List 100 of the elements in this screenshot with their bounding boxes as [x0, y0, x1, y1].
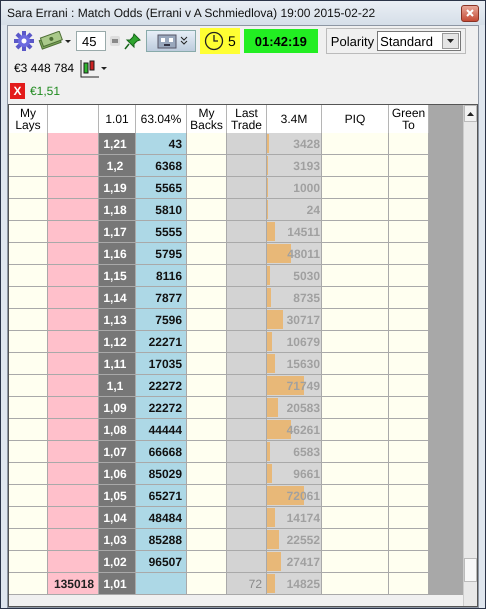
- back-amount-cell[interactable]: 6368: [136, 155, 187, 177]
- lay-amount-cell[interactable]: [48, 463, 99, 485]
- scrollbar-thumb[interactable]: [464, 558, 477, 582]
- table-cell[interactable]: [187, 177, 227, 199]
- lay-amount-cell[interactable]: 135018: [48, 573, 99, 595]
- table-cell[interactable]: [9, 397, 48, 419]
- table-cell[interactable]: [187, 221, 227, 243]
- table-cell[interactable]: [9, 331, 48, 353]
- table-cell[interactable]: [187, 309, 227, 331]
- back-amount-cell[interactable]: 8116: [136, 265, 187, 287]
- back-amount-cell[interactable]: 5565: [136, 177, 187, 199]
- table-cell[interactable]: [9, 243, 48, 265]
- table-cell[interactable]: [9, 485, 48, 507]
- spinner-icon[interactable]: [110, 36, 120, 46]
- back-amount-cell[interactable]: 85288: [136, 529, 187, 551]
- lay-amount-cell[interactable]: [48, 551, 99, 573]
- table-cell[interactable]: [187, 353, 227, 375]
- lay-amount-cell[interactable]: [48, 397, 99, 419]
- table-cell[interactable]: [9, 441, 48, 463]
- back-amount-cell[interactable]: 5795: [136, 243, 187, 265]
- lay-amount-cell[interactable]: [48, 177, 99, 199]
- table-cell[interactable]: [187, 155, 227, 177]
- lay-amount-cell[interactable]: [48, 221, 99, 243]
- settings-icon[interactable]: [14, 31, 34, 51]
- back-amount-cell[interactable]: [136, 573, 187, 595]
- robot-button[interactable]: [146, 30, 196, 52]
- lay-amount-cell[interactable]: [48, 243, 99, 265]
- back-amount-cell[interactable]: 5810: [136, 199, 187, 221]
- table-cell[interactable]: [9, 287, 48, 309]
- back-amount-cell[interactable]: 66668: [136, 441, 187, 463]
- table-cell[interactable]: [9, 221, 48, 243]
- lay-amount-cell[interactable]: [48, 375, 99, 397]
- table-cell[interactable]: [187, 573, 227, 595]
- money-icon[interactable]: [38, 31, 72, 51]
- table-cell[interactable]: [187, 507, 227, 529]
- back-amount-cell[interactable]: 22272: [136, 375, 187, 397]
- back-amount-cell[interactable]: 5555: [136, 221, 187, 243]
- back-amount-cell[interactable]: 7877: [136, 287, 187, 309]
- table-cell[interactable]: [9, 177, 48, 199]
- back-amount-cell[interactable]: 85029: [136, 463, 187, 485]
- table-cell[interactable]: [9, 199, 48, 221]
- candlestick-icon[interactable]: [80, 58, 108, 78]
- lay-amount-cell[interactable]: [48, 331, 99, 353]
- stake-field[interactable]: 45: [76, 31, 106, 51]
- lay-amount-cell[interactable]: [48, 507, 99, 529]
- table-cell[interactable]: [187, 199, 227, 221]
- price-cell: 1,2: [99, 155, 136, 177]
- table-cell: [389, 221, 429, 243]
- back-amount-cell[interactable]: 44444: [136, 419, 187, 441]
- table-cell[interactable]: [187, 287, 227, 309]
- back-amount-cell[interactable]: 43: [136, 133, 187, 155]
- table-cell[interactable]: [187, 441, 227, 463]
- lay-amount-cell[interactable]: [48, 265, 99, 287]
- lay-amount-cell[interactable]: [48, 529, 99, 551]
- table-cell[interactable]: [9, 529, 48, 551]
- table-cell[interactable]: [9, 551, 48, 573]
- polarity-dropdown[interactable]: Standard: [377, 31, 462, 51]
- lay-amount-cell[interactable]: [48, 485, 99, 507]
- lay-amount-cell[interactable]: [48, 287, 99, 309]
- close-button[interactable]: [461, 4, 479, 22]
- lay-amount-cell[interactable]: [48, 133, 99, 155]
- table-cell[interactable]: [187, 397, 227, 419]
- table-cell[interactable]: [187, 331, 227, 353]
- lay-amount-cell[interactable]: [48, 155, 99, 177]
- table-cell[interactable]: [187, 133, 227, 155]
- table-cell[interactable]: [9, 353, 48, 375]
- table-cell[interactable]: [187, 551, 227, 573]
- table-cell[interactable]: [9, 309, 48, 331]
- table-cell[interactable]: [187, 463, 227, 485]
- close-button[interactable]: X: [10, 83, 25, 99]
- lay-amount-cell[interactable]: [48, 353, 99, 375]
- table-cell[interactable]: [9, 573, 48, 595]
- table-cell[interactable]: [187, 375, 227, 397]
- scrollbar[interactable]: [463, 105, 477, 606]
- table-cell: [389, 353, 429, 375]
- back-amount-cell[interactable]: 96507: [136, 551, 187, 573]
- back-amount-cell[interactable]: 7596: [136, 309, 187, 331]
- table-cell[interactable]: [9, 265, 48, 287]
- table-cell[interactable]: [187, 485, 227, 507]
- lay-amount-cell[interactable]: [48, 309, 99, 331]
- table-cell[interactable]: [187, 529, 227, 551]
- table-cell[interactable]: [187, 419, 227, 441]
- scroll-up-button[interactable]: [464, 105, 477, 122]
- table-cell[interactable]: [9, 463, 48, 485]
- lay-amount-cell[interactable]: [48, 419, 99, 441]
- back-amount-cell[interactable]: 65271: [136, 485, 187, 507]
- table-cell[interactable]: [9, 419, 48, 441]
- table-cell[interactable]: [9, 155, 48, 177]
- back-amount-cell[interactable]: 22271: [136, 331, 187, 353]
- back-amount-cell[interactable]: 48484: [136, 507, 187, 529]
- table-cell[interactable]: [9, 133, 48, 155]
- lay-amount-cell[interactable]: [48, 199, 99, 221]
- pin-icon[interactable]: [124, 32, 142, 50]
- table-cell[interactable]: [187, 243, 227, 265]
- back-amount-cell[interactable]: 22272: [136, 397, 187, 419]
- table-cell[interactable]: [187, 265, 227, 287]
- lay-amount-cell[interactable]: [48, 441, 99, 463]
- table-cell[interactable]: [9, 507, 48, 529]
- table-cell[interactable]: [9, 375, 48, 397]
- back-amount-cell[interactable]: 17035: [136, 353, 187, 375]
